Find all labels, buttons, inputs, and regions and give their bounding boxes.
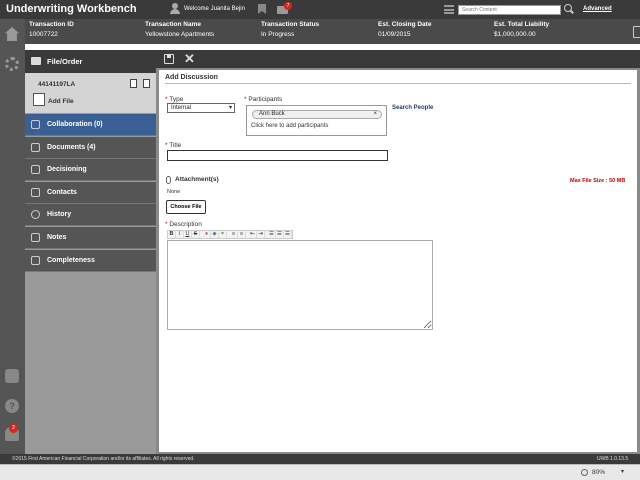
- form-toolbar: ✕: [156, 50, 640, 68]
- max-file-size: Max File Size : 50 MB: [570, 178, 626, 184]
- file-block: 44141197LA Add File: [25, 73, 156, 113]
- version: UWB 1.0.13.5: [597, 456, 629, 462]
- left-icon-rail: ? 2: [0, 19, 25, 454]
- welcome-text: Welcome Juanita Bejin: [184, 5, 245, 12]
- transaction-status-col: Transaction Status In Progress: [261, 21, 320, 38]
- add-file-icon[interactable]: [33, 93, 45, 106]
- file-number[interactable]: 44141197LA: [38, 81, 75, 88]
- app-title: Underwriting Workbench: [6, 3, 137, 15]
- notes-icon: [31, 232, 40, 242]
- folder-icon: [31, 57, 41, 65]
- strikethrough-button[interactable]: S: [192, 231, 200, 238]
- description-textarea[interactable]: [167, 240, 433, 330]
- rich-text-toolbar: B I U S ● ◆ ⚭ ≡ ≡ ⇤ ⇥ ☰ ☰ ☰: [167, 230, 293, 239]
- gavel-icon: [31, 165, 40, 175]
- document-icon[interactable]: [633, 26, 640, 38]
- close-icon[interactable]: ✕: [184, 52, 195, 65]
- align-left-icon[interactable]: ☰: [268, 231, 276, 238]
- main-area: ✕ Add Discussion * Type Internal ▾ * Par…: [156, 50, 640, 454]
- add-participants-hint[interactable]: Click here to add participants: [251, 123, 328, 129]
- footer: ©2015 First American Financial Corporati…: [0, 454, 640, 464]
- choose-file-button[interactable]: Choose File: [166, 200, 206, 214]
- top-bar: Underwriting Workbench Welcome Juanita B…: [0, 0, 640, 19]
- closing-date-col: Est. Closing Date 01/09/2015: [378, 21, 432, 38]
- ordered-list-icon[interactable]: ≡: [230, 231, 238, 238]
- menu-icon[interactable]: [444, 5, 454, 14]
- attachments-none: None: [167, 189, 181, 195]
- participant-chip[interactable]: Ann Buck ×: [252, 110, 382, 119]
- user-icon: [170, 3, 180, 14]
- type-select[interactable]: Internal ▾: [167, 103, 235, 113]
- underline-button[interactable]: U: [184, 231, 192, 238]
- panel-title: Add Discussion: [165, 74, 218, 81]
- description-label: * Description: [165, 221, 202, 228]
- link-icon[interactable]: ⚭: [219, 231, 227, 238]
- indent-icon[interactable]: ⇥: [257, 231, 265, 238]
- bold-button[interactable]: B: [168, 231, 176, 238]
- sidebar-item-collaboration[interactable]: Collaboration (0): [25, 114, 156, 136]
- sidebar-item-decisioning[interactable]: Decisioning: [25, 159, 156, 182]
- sidebar-item-history[interactable]: History: [25, 204, 156, 227]
- gear-icon[interactable]: [5, 57, 19, 71]
- total-liability-col: Est. Total Liability $1,000,000.00: [494, 21, 550, 38]
- title-input[interactable]: [167, 150, 388, 161]
- bullet-list-icon[interactable]: ≡: [238, 231, 246, 238]
- sidebar: File/Order 44141197LA Add File Collabora…: [25, 50, 156, 454]
- pdf-icon[interactable]: [130, 79, 137, 88]
- sidebar-nav: Collaboration (0) Documents (4) Decision…: [25, 114, 156, 272]
- pdf-icon[interactable]: [143, 79, 150, 88]
- align-right-icon[interactable]: ☰: [284, 231, 292, 238]
- italic-button[interactable]: I: [176, 231, 184, 238]
- text-color-icon[interactable]: ●: [203, 231, 211, 238]
- transaction-id-col: Transaction ID 10007722: [29, 21, 74, 38]
- divider: [165, 83, 631, 84]
- file-order-header[interactable]: File/Order: [25, 50, 156, 73]
- paperclip-icon: [31, 142, 40, 152]
- attachments-label: Attachment(s): [175, 176, 219, 183]
- sidebar-item-completeness[interactable]: Completeness: [25, 249, 156, 272]
- type-label: * Type: [165, 96, 184, 103]
- home-icon[interactable]: [5, 27, 19, 41]
- advanced-search-link[interactable]: Advanced: [583, 6, 612, 12]
- search-icon[interactable]: [564, 4, 572, 12]
- clock-icon: [31, 210, 40, 220]
- sidebar-item-notes[interactable]: Notes: [25, 226, 156, 249]
- save-icon[interactable]: [164, 54, 174, 64]
- notification-badge: 2: [9, 424, 18, 433]
- sidebar-item-documents[interactable]: Documents (4): [25, 136, 156, 159]
- help-icon[interactable]: ?: [5, 399, 19, 413]
- bookmark-icon[interactable]: [258, 4, 266, 14]
- contacts-icon: [31, 187, 40, 197]
- user-info[interactable]: Welcome Juanita Bejin: [170, 3, 245, 14]
- copyright: ©2015 First American Financial Corporati…: [12, 456, 195, 462]
- sidebar-item-contacts[interactable]: Contacts: [25, 181, 156, 204]
- zoom-level[interactable]: 80%: [592, 469, 605, 476]
- chevron-down-icon[interactable]: ▾: [621, 468, 624, 475]
- align-center-icon[interactable]: ☰: [276, 231, 284, 238]
- search-input[interactable]: [458, 5, 561, 15]
- mail-count-badge: 7: [284, 2, 292, 10]
- outdent-icon[interactable]: ⇤: [249, 231, 257, 238]
- paperclip-icon: [166, 176, 171, 184]
- search-people-link[interactable]: Search People: [392, 105, 433, 111]
- browser-status-bar: 80% ▾: [0, 464, 640, 480]
- collaboration-icon: [31, 120, 40, 129]
- add-file-label[interactable]: Add File: [48, 98, 74, 105]
- chevron-down-icon: ▾: [228, 105, 232, 111]
- background-color-icon[interactable]: ◆: [211, 231, 219, 238]
- phone-icon[interactable]: [5, 369, 19, 383]
- participants-field[interactable]: Ann Buck × Click here to add participant…: [246, 105, 387, 136]
- checklist-icon: [31, 255, 40, 265]
- participants-label: * Participants: [244, 96, 283, 103]
- transaction-name-col: Transaction Name Yellowstone Apartments: [145, 21, 215, 38]
- zoom-icon[interactable]: [581, 469, 588, 476]
- add-discussion-panel: Add Discussion * Type Internal ▾ * Parti…: [159, 70, 637, 452]
- remove-participant-icon[interactable]: ×: [373, 111, 377, 118]
- title-label: * Title: [165, 142, 182, 149]
- transaction-header: Transaction ID 10007722 Transaction Name…: [25, 19, 640, 44]
